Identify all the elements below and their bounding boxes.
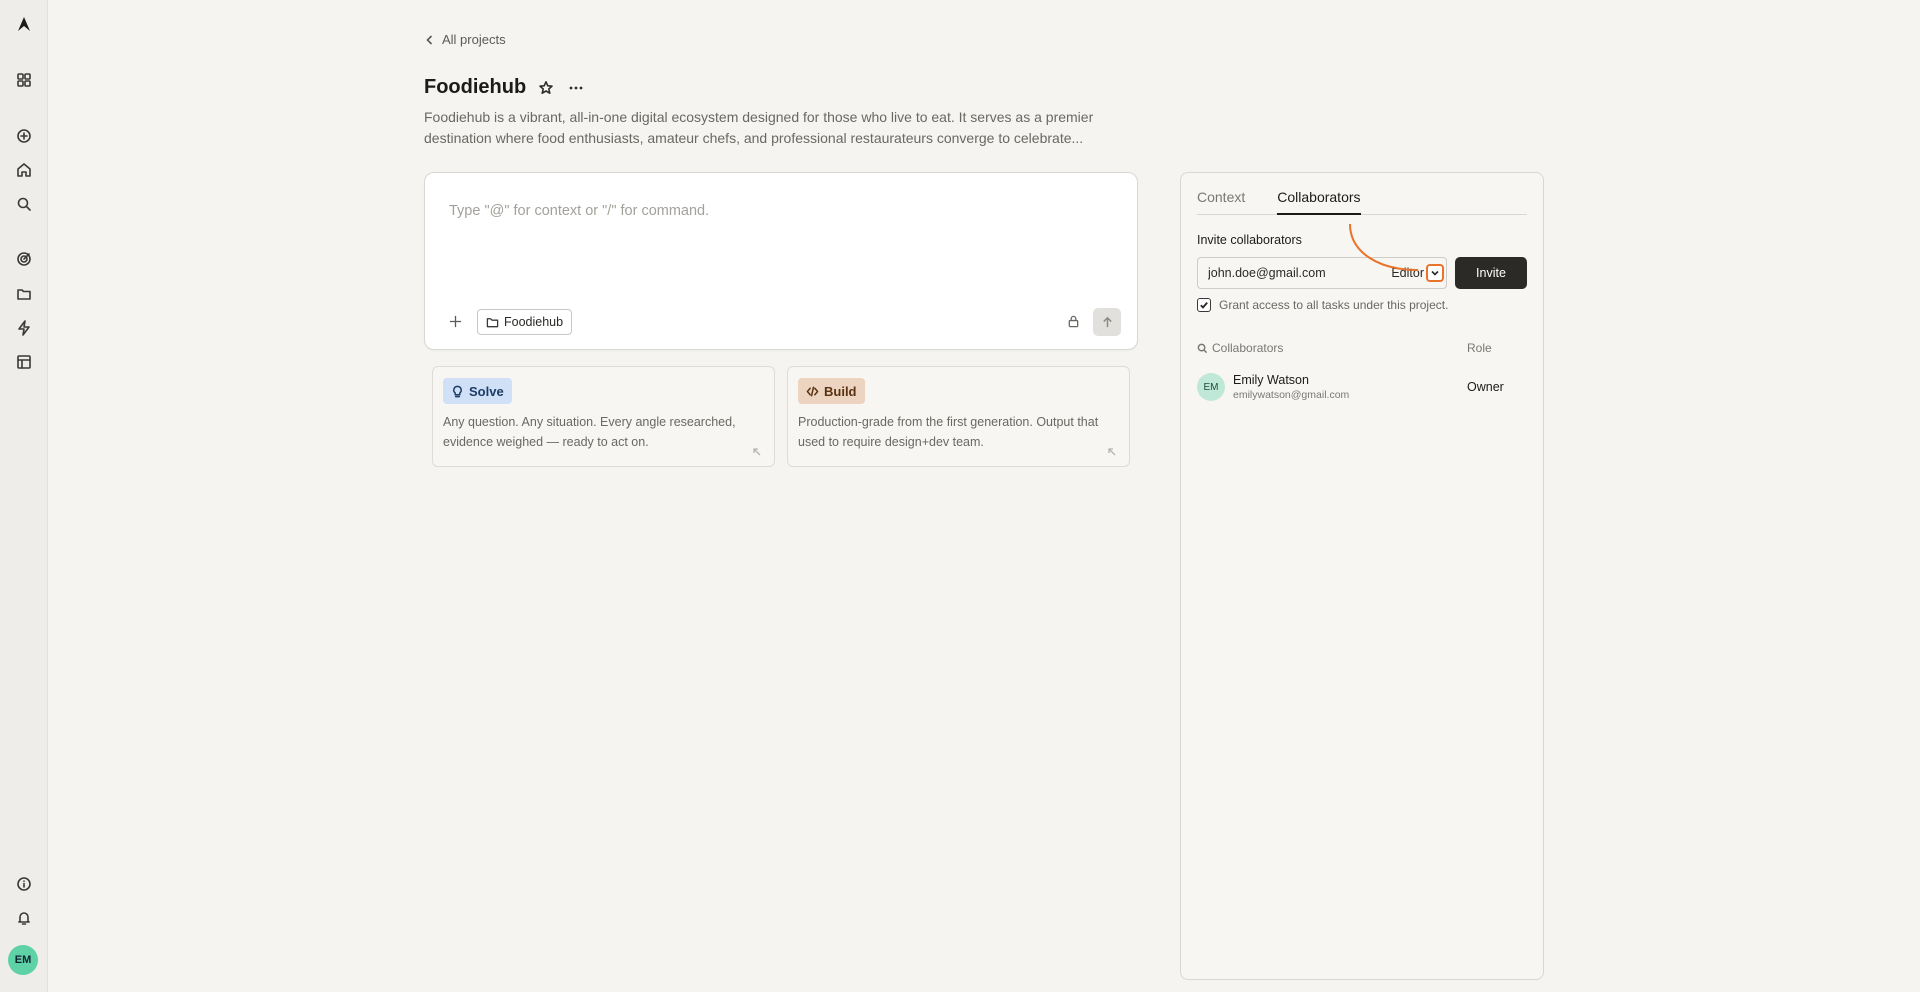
project-description: Foodiehub is a vibrant, all-in-one digit… bbox=[424, 109, 1094, 146]
user-avatar[interactable]: EM bbox=[8, 945, 38, 975]
grant-access-label: Grant access to all tasks under this pro… bbox=[1219, 298, 1449, 312]
apps-grid-icon[interactable] bbox=[12, 68, 36, 92]
projects-folder-icon[interactable] bbox=[12, 282, 36, 306]
logo-icon[interactable] bbox=[12, 12, 36, 36]
tab-collaborators[interactable]: Collaborators bbox=[1277, 189, 1361, 215]
arrow-up-icon bbox=[1102, 316, 1112, 327]
task-composer[interactable]: Type "@" for context or "/" for command.… bbox=[424, 172, 1138, 350]
goals-target-icon[interactable] bbox=[12, 247, 36, 271]
email-input[interactable] bbox=[1198, 266, 1378, 280]
arrow-up-left-icon bbox=[752, 444, 762, 456]
folder-icon bbox=[486, 317, 499, 327]
project-context-chip[interactable]: Foodiehub bbox=[477, 309, 573, 335]
col-collaborators: Collaborators bbox=[1212, 341, 1284, 355]
search-icon[interactable] bbox=[12, 192, 36, 216]
page-title: Foodiehub bbox=[424, 76, 527, 98]
checkmark-icon bbox=[1200, 302, 1208, 309]
grant-access-checkbox[interactable] bbox=[1197, 298, 1211, 312]
mode-card-build[interactable]: Build Production-grade from the first ge… bbox=[787, 366, 1130, 467]
grant-access-row: Grant access to all tasks under this pro… bbox=[1197, 298, 1448, 312]
add-attachment-button[interactable] bbox=[445, 311, 465, 331]
new-task-icon[interactable] bbox=[12, 124, 36, 148]
context-chip-label: Foodiehub bbox=[504, 315, 564, 329]
role-select-value: Editor bbox=[1391, 266, 1424, 280]
mode-label: Solve bbox=[469, 383, 504, 399]
plus-icon bbox=[449, 315, 461, 327]
mode-card-solve[interactable]: Solve Any question. Any situation. Every… bbox=[432, 366, 775, 467]
star-icon[interactable] bbox=[536, 78, 556, 98]
lock-icon bbox=[1068, 315, 1078, 327]
avatar: EM bbox=[1197, 373, 1225, 401]
mode-label: Build bbox=[824, 383, 857, 399]
mode-badge-build: Build bbox=[798, 378, 865, 404]
project-side-panel: Context Collaborators Invite collaborato… bbox=[1180, 172, 1544, 980]
tab-context[interactable]: Context bbox=[1197, 189, 1245, 215]
notifications-bell-icon[interactable] bbox=[12, 906, 36, 930]
more-options-icon[interactable] bbox=[566, 78, 586, 98]
project-header: Foodiehub bbox=[424, 76, 586, 99]
collaborator-role: Owner bbox=[1467, 380, 1504, 394]
invite-collaborators-label: Invite collaborators bbox=[1197, 233, 1302, 247]
collaborator-row: EM Emily Watson emilywatson@gmail.com Ow… bbox=[1197, 369, 1527, 405]
chevron-down-icon[interactable] bbox=[1426, 264, 1444, 282]
home-icon[interactable] bbox=[12, 158, 36, 182]
search-icon bbox=[1197, 343, 1208, 353]
lightbulb-icon bbox=[453, 385, 462, 397]
composer-input[interactable]: Type "@" for context or "/" for command. bbox=[449, 203, 709, 219]
arrow-up-left-icon bbox=[1107, 444, 1117, 456]
collaborator-email: emilywatson@gmail.com bbox=[1233, 389, 1350, 401]
col-role: Role bbox=[1467, 341, 1492, 355]
panel-tabs: Context Collaborators bbox=[1197, 189, 1527, 215]
mode-description: Production-grade from the first generati… bbox=[798, 415, 1099, 449]
send-button[interactable] bbox=[1093, 308, 1121, 336]
invite-email-field[interactable]: Editor bbox=[1197, 257, 1447, 289]
info-icon[interactable] bbox=[12, 872, 36, 896]
back-label: All projects bbox=[442, 32, 506, 47]
collaborator-name: Emily Watson bbox=[1233, 373, 1309, 387]
role-select[interactable]: Editor bbox=[1391, 262, 1444, 284]
mode-description: Any question. Any situation. Every angle… bbox=[443, 415, 736, 449]
back-to-all-projects-link[interactable]: All projects bbox=[424, 32, 506, 47]
privacy-lock-button[interactable] bbox=[1063, 311, 1083, 331]
automations-bolt-icon[interactable] bbox=[12, 316, 36, 340]
invite-button[interactable]: Invite bbox=[1455, 257, 1527, 289]
mode-badge-solve: Solve bbox=[443, 378, 512, 404]
code-icon bbox=[806, 386, 819, 396]
collaborators-table-header: Collaborators Role bbox=[1197, 341, 1527, 355]
chevron-left-icon bbox=[426, 34, 433, 45]
templates-layout-icon[interactable] bbox=[12, 350, 36, 374]
sidebar: EM bbox=[0, 0, 48, 992]
